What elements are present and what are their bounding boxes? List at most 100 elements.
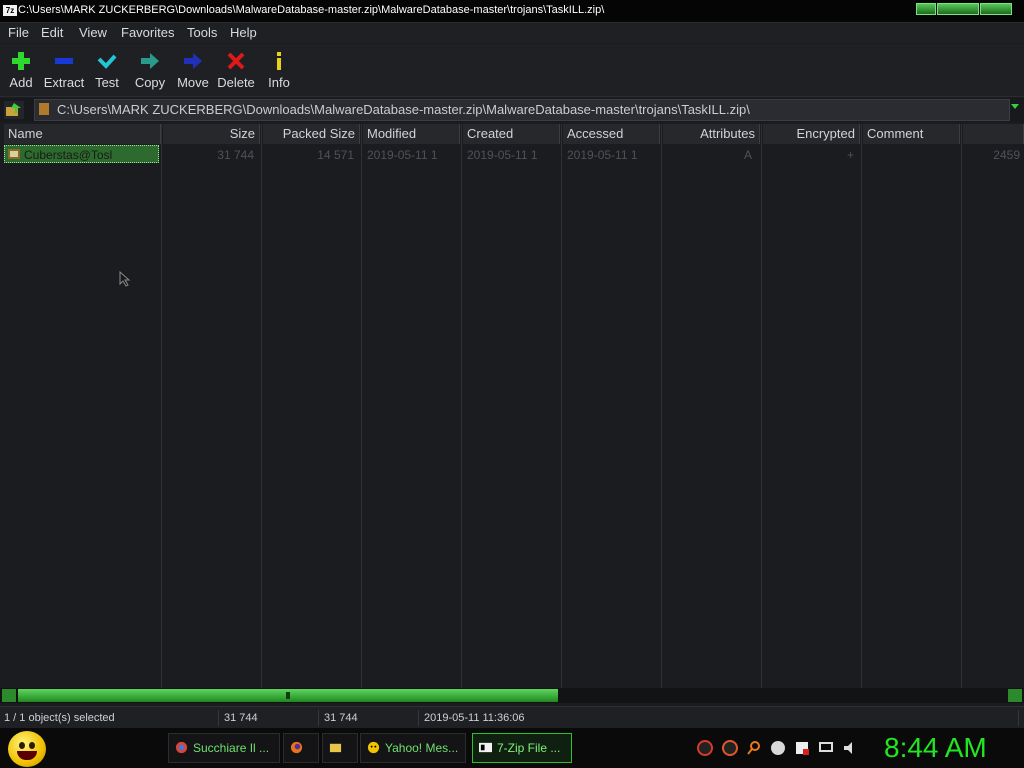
column-header-crc[interactable] bbox=[963, 124, 1024, 144]
window-title: C:\Users\MARK ZUCKERBERG\Downloads\Malwa… bbox=[18, 4, 605, 16]
file-list: Name Size Packed Size Modified Created A… bbox=[0, 124, 1024, 688]
toolbar: Add Extract Test Copy Move Delete Info bbox=[0, 44, 1024, 97]
start-button-smiley-icon[interactable] bbox=[8, 731, 46, 767]
column-header-encrypted[interactable]: Encrypted bbox=[763, 124, 860, 144]
test-button[interactable]: Test bbox=[90, 48, 124, 94]
column-header-packed-size[interactable]: Packed Size bbox=[263, 124, 360, 144]
minus-icon bbox=[55, 58, 73, 64]
menu-view[interactable]: View bbox=[79, 25, 107, 40]
column-header-name[interactable]: Name bbox=[4, 124, 161, 144]
checkmark-icon bbox=[97, 54, 117, 69]
status-size: 31 744 bbox=[220, 710, 319, 726]
address-path: C:\Users\MARK ZUCKERBERG\Downloads\Malwa… bbox=[57, 102, 750, 117]
status-bar: 1 / 1 object(s) selected 31 744 31 744 2… bbox=[0, 706, 1024, 729]
info-button[interactable]: Info bbox=[264, 48, 294, 94]
menu-favorites[interactable]: Favorites bbox=[121, 25, 174, 40]
copy-button[interactable]: Copy bbox=[132, 48, 168, 94]
task-firefox[interactable] bbox=[283, 733, 319, 763]
firefox-icon bbox=[290, 741, 303, 754]
tray-clock-icon[interactable] bbox=[697, 740, 713, 756]
row-size: 31 744 bbox=[217, 148, 254, 162]
menu-tools[interactable]: Tools bbox=[187, 25, 217, 40]
task-7zip[interactable]: 7-Zip File ... bbox=[472, 733, 572, 763]
zip-file-icon bbox=[39, 103, 49, 115]
maximize-button[interactable] bbox=[937, 3, 979, 15]
close-button[interactable] bbox=[980, 3, 1012, 15]
menu-edit[interactable]: Edit bbox=[41, 25, 63, 40]
add-button[interactable]: Add bbox=[4, 48, 38, 94]
folder-icon bbox=[329, 743, 342, 753]
status-date: 2019-05-11 11:36:06 bbox=[420, 710, 1019, 726]
address-dropdown-icon[interactable] bbox=[1011, 104, 1019, 109]
task-explorer[interactable] bbox=[322, 733, 358, 763]
plus-icon bbox=[12, 52, 30, 70]
column-divider bbox=[961, 124, 962, 688]
taskbar: Succhiare Il ... Yahoo! Mes... 7-Zip Fil… bbox=[0, 728, 1024, 768]
taskbar-clock[interactable]: 8:44 AM bbox=[884, 732, 987, 764]
tray-network-icon[interactable] bbox=[818, 740, 834, 756]
row-comment bbox=[863, 146, 960, 164]
yahoo-smiley-icon bbox=[367, 741, 380, 754]
tray-messenger-icon[interactable] bbox=[770, 740, 786, 756]
7zip-icon bbox=[479, 742, 492, 753]
address-bar: C:\Users\MARK ZUCKERBERG\Downloads\Malwa… bbox=[0, 98, 1024, 122]
copy-arrow-icon bbox=[141, 53, 159, 69]
column-divider bbox=[161, 124, 162, 688]
folder-up-icon bbox=[6, 103, 21, 116]
scroll-grip bbox=[286, 692, 290, 699]
menu-bar: File Edit View Favorites Tools Help bbox=[0, 23, 1024, 43]
column-divider bbox=[661, 124, 662, 688]
column-header-attributes[interactable]: Attributes bbox=[663, 124, 760, 144]
scroll-right-icon[interactable] bbox=[1008, 689, 1022, 702]
row-name: Cuberstas@Tosl bbox=[24, 148, 113, 162]
row-created: 2019-05-11 1 bbox=[467, 148, 538, 162]
row-encrypted: + bbox=[846, 148, 854, 162]
column-divider bbox=[361, 124, 362, 688]
column-divider bbox=[861, 124, 862, 688]
move-label: Move bbox=[177, 75, 209, 90]
row-packed-size: 14 571 bbox=[317, 148, 354, 162]
menu-help[interactable]: Help bbox=[230, 25, 257, 40]
column-divider bbox=[261, 124, 262, 688]
move-button[interactable]: Move bbox=[175, 48, 211, 94]
extract-label: Extract bbox=[43, 75, 85, 90]
task-chrome[interactable]: Succhiare Il ... bbox=[168, 733, 280, 763]
column-divider bbox=[561, 124, 562, 688]
column-header-comment[interactable]: Comment bbox=[863, 124, 960, 144]
row-crc: 2459 bbox=[993, 148, 1020, 162]
app-icon: 7z bbox=[3, 5, 17, 16]
status-packed: 31 744 bbox=[320, 710, 419, 726]
tray-flag-icon[interactable] bbox=[794, 740, 810, 756]
delete-x-icon bbox=[227, 52, 245, 70]
extract-button[interactable]: Extract bbox=[42, 48, 86, 94]
info-label: Info bbox=[268, 75, 290, 90]
column-header-accessed[interactable]: Accessed bbox=[563, 124, 660, 144]
test-label: Test bbox=[95, 75, 119, 90]
copy-label: Copy bbox=[134, 75, 166, 90]
add-label: Add bbox=[9, 75, 33, 90]
menu-file[interactable]: File bbox=[8, 25, 29, 40]
tray-search-icon[interactable] bbox=[746, 740, 762, 756]
delete-button[interactable]: Delete bbox=[216, 48, 256, 94]
status-selected: 1 / 1 object(s) selected bbox=[0, 710, 219, 726]
move-arrow-icon bbox=[184, 53, 202, 69]
delete-label: Delete bbox=[217, 75, 255, 90]
column-divider bbox=[761, 124, 762, 688]
column-header-created[interactable]: Created bbox=[463, 124, 560, 144]
scroll-left-icon[interactable] bbox=[2, 689, 16, 702]
minimize-button[interactable] bbox=[916, 3, 936, 15]
file-icon bbox=[8, 149, 20, 159]
address-input[interactable]: C:\Users\MARK ZUCKERBERG\Downloads\Malwa… bbox=[34, 99, 1010, 121]
up-folder-button[interactable] bbox=[4, 101, 24, 119]
horizontal-scrollbar[interactable] bbox=[0, 688, 1024, 703]
info-icon bbox=[277, 52, 281, 70]
row-attributes: A bbox=[743, 148, 752, 162]
task-yahoo-messenger[interactable]: Yahoo! Mes... bbox=[360, 733, 466, 763]
tray-timer-icon[interactable] bbox=[722, 740, 738, 756]
row-accessed: 2019-05-11 1 bbox=[567, 148, 638, 162]
tray-volume-icon[interactable] bbox=[842, 740, 858, 756]
column-header-modified[interactable]: Modified bbox=[363, 124, 460, 144]
chrome-icon bbox=[175, 741, 188, 754]
column-header-size[interactable]: Size bbox=[163, 124, 260, 144]
column-divider bbox=[461, 124, 462, 688]
